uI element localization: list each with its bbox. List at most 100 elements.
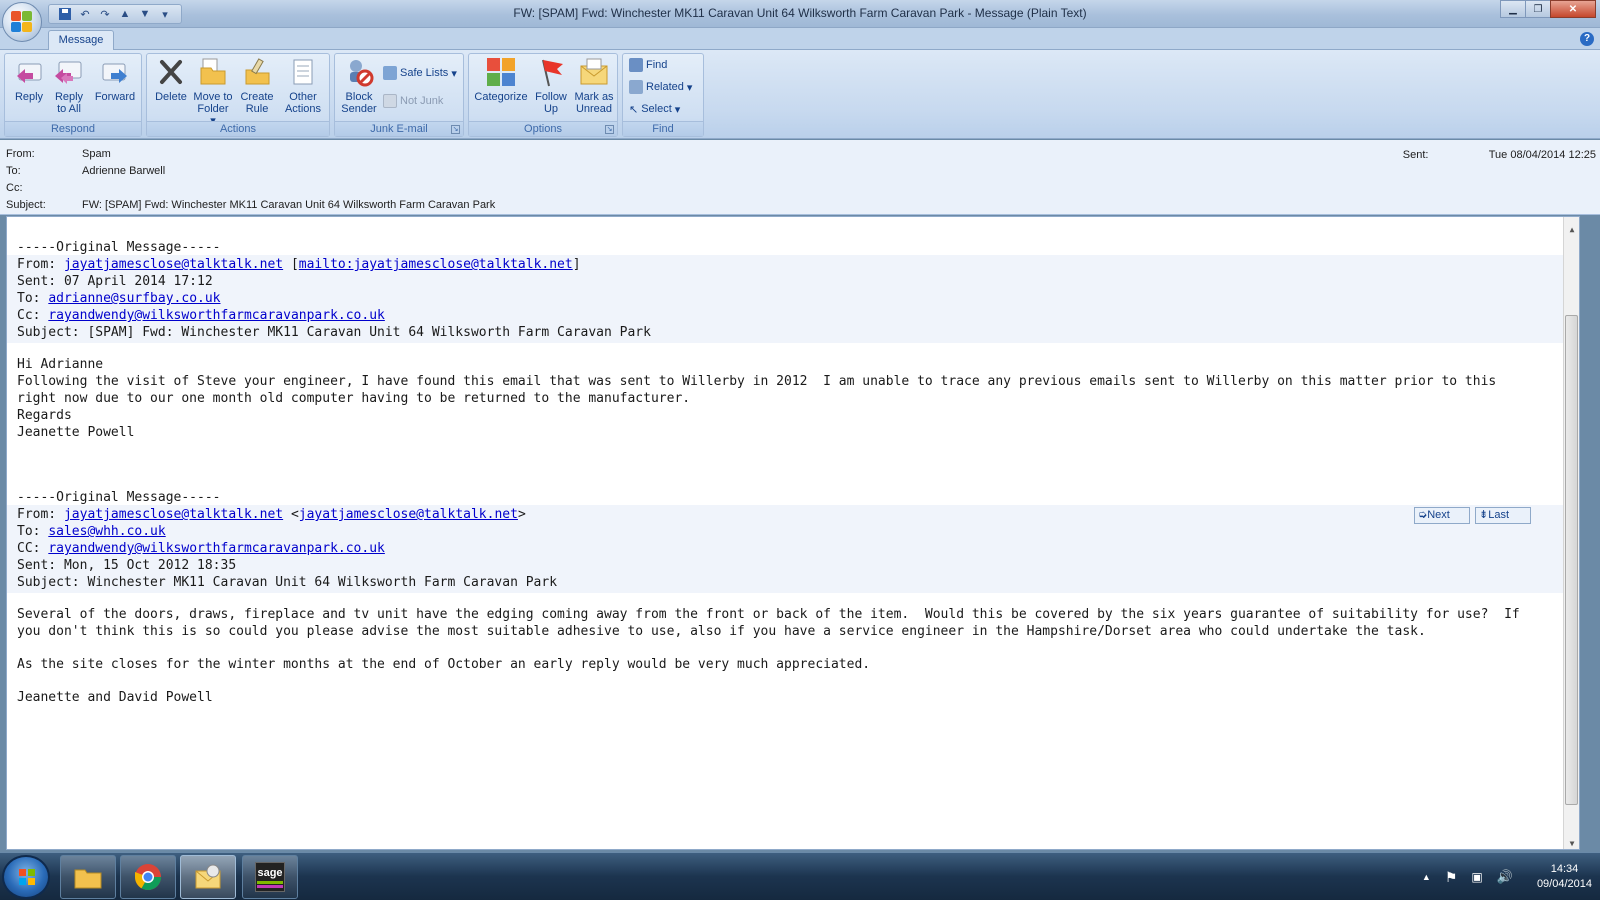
not-junk-button[interactable]: Not Junk xyxy=(383,92,443,110)
reply-all-button[interactable]: Reply to All xyxy=(47,56,91,115)
options-launcher-icon[interactable]: ↘ xyxy=(605,125,614,134)
follow-up-button[interactable]: Follow Up xyxy=(529,56,573,115)
group-label-respond: Respond xyxy=(5,121,141,136)
delete-icon xyxy=(155,56,187,88)
tab-message[interactable]: Message xyxy=(48,30,114,51)
mark-as-unread-button[interactable]: Mark as Unread xyxy=(571,56,617,115)
sage-icon: sage xyxy=(255,862,285,892)
forward-button[interactable]: Forward xyxy=(91,56,139,103)
volume-icon[interactable]: 🔊 xyxy=(1497,869,1513,885)
junk-email-launcher-icon[interactable]: ↘ xyxy=(451,125,460,134)
orig2-from-email-link-2[interactable]: jayatjamesclose@talktalk.net xyxy=(299,507,518,522)
orig1-to-email-link[interactable]: adrianne@surfbay.co.uk xyxy=(48,291,220,306)
from-value[interactable]: Spam xyxy=(82,148,111,160)
orig1-mailto-link[interactable]: mailto:jayatjamesclose@talktalk.net xyxy=(299,257,573,272)
safe-lists-icon xyxy=(383,66,397,80)
clock-time: 14:34 xyxy=(1550,863,1579,875)
clock-date: 09/04/2014 xyxy=(1536,878,1592,890)
orig2-sent-line: Sent: Mon, 15 Oct 2012 18:35 xyxy=(17,558,237,573)
related-button[interactable]: Related ▾ xyxy=(629,78,692,96)
cursor-icon: ↖ xyxy=(629,103,639,116)
categorize-button[interactable]: Categorize xyxy=(473,56,529,103)
related-icon xyxy=(629,80,643,94)
folder-icon xyxy=(197,56,229,88)
signature-2: Jeanette and David Powell xyxy=(17,690,213,705)
orig2-cc-line: CC: rayandwendy@wilksworthfarmcaravanpar… xyxy=(17,541,385,556)
greeting: Hi Adrianne xyxy=(17,357,104,372)
orig2-from-line: From: jayatjamesclose@talktalk.net <jaya… xyxy=(17,507,526,522)
folder-icon xyxy=(74,869,102,889)
taskbar-outlook[interactable] xyxy=(180,855,236,899)
subject-value: FW: [SPAM] Fwd: Winchester MK11 Caravan … xyxy=(82,199,496,211)
group-junk-email: Block Sender Safe Lists ▾ Not Junk Junk E… xyxy=(334,53,464,137)
window-title: FW: [SPAM] Fwd: Winchester MK11 Caravan … xyxy=(513,6,1087,20)
orig1-to-line: To: adrianne@surfbay.co.uk xyxy=(17,291,221,306)
paragraph-1-line-1: Following the visit of Steve your engine… xyxy=(17,374,1497,389)
ribbon: Reply Reply to All Forward Respond Delet… xyxy=(0,50,1600,139)
start-button[interactable] xyxy=(2,855,50,899)
orig1-from-email-link[interactable]: jayatjamesclose@talktalk.net xyxy=(64,257,283,272)
signature-1: Jeanette Powell xyxy=(17,425,135,440)
rule-icon xyxy=(241,56,273,88)
move-to-folder-button[interactable]: Move to Folder ▾ xyxy=(191,56,235,127)
orig1-from-line: From: jayatjamesclose@talktalk.net [mail… xyxy=(17,257,581,272)
scroll-down-icon[interactable]: ▼ xyxy=(1567,835,1577,848)
orig2-to-line: To: sales@whh.co.uk xyxy=(17,524,166,539)
orig1-sent-line: Sent: 07 April 2014 17:12 xyxy=(17,274,213,289)
scroll-up-icon[interactable]: ▲ xyxy=(1567,221,1577,234)
from-label: From: xyxy=(6,148,35,160)
message-body[interactable]: -----Original Message----- From: jayatja… xyxy=(6,216,1580,850)
flag-icon xyxy=(535,56,567,88)
safe-lists-button[interactable]: Safe Lists ▾ xyxy=(383,64,457,82)
orig2-subject-line: Subject: Winchester MK11 Caravan Unit 64… xyxy=(17,575,558,590)
show-hidden-icons-icon[interactable]: ▲ xyxy=(1422,872,1431,882)
window-controls: ▁ ❐ ✕ xyxy=(1500,0,1596,18)
taskbar-chrome[interactable] xyxy=(120,855,176,899)
vertical-scrollbar[interactable]: ▲ ▼ xyxy=(1563,217,1579,849)
help-icon[interactable]: ? xyxy=(1580,32,1594,46)
chrome-icon xyxy=(134,864,162,891)
find-button[interactable]: Find xyxy=(629,56,667,74)
paragraph-3: As the site closes for the winter months… xyxy=(17,657,871,672)
to-label: To: xyxy=(6,165,21,177)
next-icon: ➭ xyxy=(1418,509,1428,521)
envelope-icon xyxy=(578,56,610,88)
orig2-cc-email-link[interactable]: rayandwendy@wilksworthfarmcaravanpark.co… xyxy=(48,541,385,556)
taskbar-sage[interactable]: sage xyxy=(242,855,298,899)
delete-button[interactable]: Delete xyxy=(149,56,193,103)
office-button[interactable] xyxy=(2,2,42,42)
categorize-icon xyxy=(485,56,517,88)
next-button[interactable]: ➭Next xyxy=(1414,507,1470,524)
orig2-to-email-link[interactable]: sales@whh.co.uk xyxy=(48,524,165,539)
paragraph-2-line-1: Several of the doors, draws, fireplace a… xyxy=(17,607,1520,622)
forward-icon xyxy=(99,56,131,88)
minimize-button[interactable]: ▁ xyxy=(1500,0,1526,18)
reply-button[interactable]: Reply xyxy=(7,56,51,103)
cc-label: Cc: xyxy=(6,182,23,194)
action-center-flag-icon[interactable]: ⚑ xyxy=(1445,869,1458,886)
taskbar: sage ▲ ⚑ ▣ 🔊 14:34 09/04/2014 xyxy=(0,852,1600,900)
orig1-cc-line: Cc: rayandwendy@wilksworthfarmcaravanpar… xyxy=(17,308,385,323)
restore-button[interactable]: ❐ xyxy=(1525,0,1551,18)
binoculars-icon xyxy=(629,58,643,72)
paragraph-2-line-2: you don't think this is so could you ple… xyxy=(17,624,1426,639)
close-button[interactable]: ✕ xyxy=(1550,0,1596,18)
scrollbar-thumb[interactable] xyxy=(1565,315,1578,805)
taskbar-windows-explorer[interactable] xyxy=(60,855,116,899)
orig1-cc-email-link[interactable]: rayandwendy@wilksworthfarmcaravanpark.co… xyxy=(48,308,385,323)
original-message-divider-1: -----Original Message----- xyxy=(17,240,221,255)
block-sender-button[interactable]: Block Sender xyxy=(337,56,381,115)
create-rule-button[interactable]: Create Rule xyxy=(235,56,279,115)
orig1-subject-line: Subject: [SPAM] Fwd: Winchester MK11 Car… xyxy=(17,325,651,340)
sent-value: Tue 08/04/2014 12:25 xyxy=(1488,149,1596,161)
to-value[interactable]: Adrienne Barwell xyxy=(82,165,165,177)
other-actions-button[interactable]: Other Actions xyxy=(279,56,327,115)
regards: Regards xyxy=(17,408,72,423)
clock[interactable]: 14:34 09/04/2014 xyxy=(1537,862,1592,892)
orig2-from-email-link[interactable]: jayatjamesclose@talktalk.net xyxy=(64,507,283,522)
last-button[interactable]: ⇟Last xyxy=(1475,507,1531,524)
reply-all-icon xyxy=(53,56,85,88)
network-icon[interactable]: ▣ xyxy=(1471,870,1482,884)
outlook-icon xyxy=(195,864,221,889)
select-button[interactable]: ↖ Select ▾ xyxy=(629,100,680,118)
